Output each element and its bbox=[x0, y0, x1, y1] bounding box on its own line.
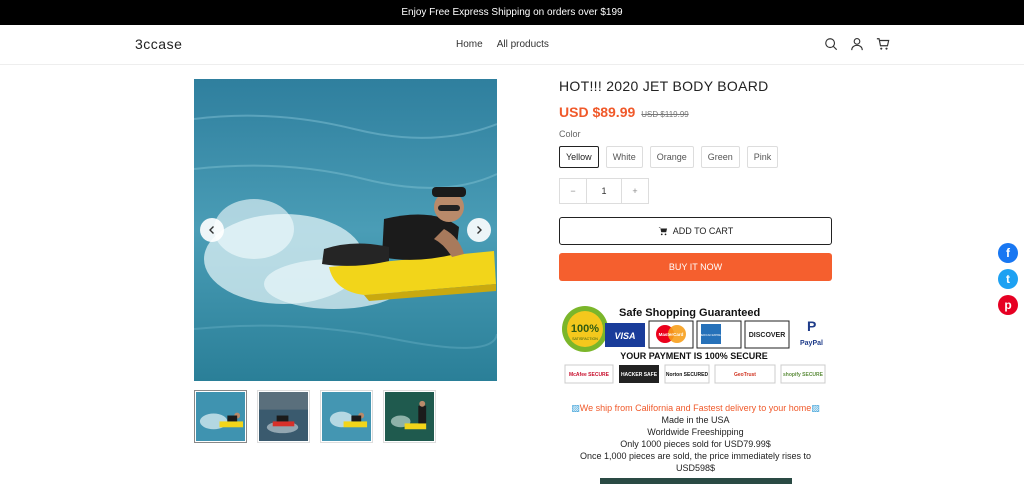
thumbnail-1[interactable] bbox=[194, 390, 247, 443]
geotrust-badge: GeoTrust bbox=[734, 372, 756, 378]
sale-price: USD $89.99 bbox=[559, 104, 636, 120]
visa-logo: VISA bbox=[614, 331, 635, 341]
norton-badge: Norton SECURED bbox=[666, 372, 709, 378]
desc-line-5: USD598$ bbox=[675, 463, 716, 473]
logo[interactable]: 3ccase bbox=[135, 36, 182, 52]
pinterest-icon[interactable]: p bbox=[998, 295, 1018, 315]
buy-now-label: BUY IT NOW bbox=[668, 262, 723, 272]
social-share-bar: f t p bbox=[998, 243, 1018, 315]
payment-secure-text: YOUR PAYMENT IS 100% SECURE bbox=[620, 351, 768, 361]
facebook-icon[interactable]: f bbox=[998, 243, 1018, 263]
mcafee-badge: McAfee SECURE bbox=[569, 372, 610, 378]
desc-line-1: Made in the USA bbox=[661, 415, 730, 425]
chevron-right-icon bbox=[477, 226, 482, 234]
color-option-yellow[interactable]: Yellow bbox=[559, 146, 599, 168]
guarantee-sub: SATISFACTION bbox=[572, 337, 598, 341]
bodyboard-rider-photo bbox=[194, 79, 497, 381]
qty-increase-button[interactable]: + bbox=[622, 179, 648, 203]
gallery-prev-button[interactable] bbox=[200, 218, 224, 242]
color-option-white[interactable]: White bbox=[605, 146, 643, 168]
paypal-logo: PayPal bbox=[800, 340, 823, 347]
cart-icon bbox=[658, 227, 667, 236]
thumbnail-3[interactable] bbox=[320, 390, 373, 443]
discover-logo: DISCOVER bbox=[749, 332, 786, 339]
color-option-pink[interactable]: Pink bbox=[746, 146, 779, 168]
color-option-orange[interactable]: Orange bbox=[649, 146, 694, 168]
shopify-badge: shopify SECURE bbox=[783, 372, 824, 378]
announcement-bar: Enjoy Free Express Shipping on orders ov… bbox=[0, 0, 1024, 25]
announcement-text: Enjoy Free Express Shipping on orders ov… bbox=[401, 7, 623, 18]
shipping-text: We ship from California and Fastest deli… bbox=[579, 403, 812, 413]
trust-badge: 100% SATISFACTION Safe Shopping Guarante… bbox=[562, 306, 826, 384]
desc-line-3: Only 1000 pieces sold for USD79.99$ bbox=[620, 439, 771, 449]
gallery-next-button[interactable] bbox=[467, 218, 491, 242]
desc-line-2: Worldwide Freeshipping bbox=[647, 427, 744, 437]
qty-decrease-button[interactable]: − bbox=[560, 179, 586, 203]
nav-home[interactable]: Home bbox=[456, 39, 483, 50]
chevron-left-icon bbox=[209, 226, 214, 234]
product-description: ▨We ship from California and Fastest del… bbox=[559, 402, 832, 474]
buy-now-button[interactable]: BUY IT NOW bbox=[559, 253, 832, 281]
hacker-safe-badge: HACKER SAFE bbox=[621, 372, 658, 378]
quantity-stepper: − 1 + bbox=[559, 178, 649, 204]
desc-line-4: Once 1,000 pieces are sold, the price im… bbox=[579, 451, 812, 461]
mastercard-logo: MasterCard bbox=[659, 332, 684, 337]
header-icons bbox=[824, 37, 890, 51]
search-icon[interactable] bbox=[824, 37, 838, 51]
compare-price: USD $119.99 bbox=[641, 110, 689, 119]
nav-all-products[interactable]: All products bbox=[497, 39, 549, 50]
thumbnail-2[interactable] bbox=[257, 390, 310, 443]
safe-shopping-heading: Safe Shopping Guaranteed bbox=[619, 307, 760, 319]
guarantee-percent: 100% bbox=[571, 323, 599, 335]
add-to-cart-button[interactable]: ADD TO CART bbox=[559, 217, 832, 245]
description-image-edge bbox=[600, 478, 792, 484]
thumbnail-strip bbox=[194, 390, 436, 443]
qty-input[interactable]: 1 bbox=[586, 179, 622, 203]
account-icon[interactable] bbox=[850, 37, 864, 51]
svg-text:P: P bbox=[807, 318, 816, 334]
product-main-image bbox=[194, 79, 497, 381]
main-nav: Home All products bbox=[456, 39, 549, 50]
shipping-line: ▨We ship from California and Fastest del… bbox=[559, 402, 832, 414]
twitter-icon[interactable]: t bbox=[998, 269, 1018, 289]
cart-icon[interactable] bbox=[876, 37, 890, 51]
truck-icon: ▨ bbox=[811, 403, 820, 413]
color-label: Color bbox=[559, 129, 581, 139]
thumbnail-4[interactable] bbox=[383, 390, 436, 443]
product-title: HOT!!! 2020 JET BODY BOARD bbox=[559, 78, 769, 94]
add-to-cart-label: ADD TO CART bbox=[672, 226, 734, 236]
color-option-green[interactable]: Green bbox=[700, 146, 740, 168]
amex-logo: AMERICAN EXPRESS bbox=[698, 333, 725, 337]
color-options: Yellow White Orange Green Pink bbox=[559, 146, 832, 168]
site-header: 3ccase Home All products bbox=[0, 25, 1024, 65]
price-row: USD $89.99 USD $119.99 bbox=[559, 104, 832, 120]
truck-icon: ▨ bbox=[571, 403, 580, 413]
product-info: HOT!!! 2020 JET BODY BOARD USD $89.99 US… bbox=[559, 78, 832, 474]
